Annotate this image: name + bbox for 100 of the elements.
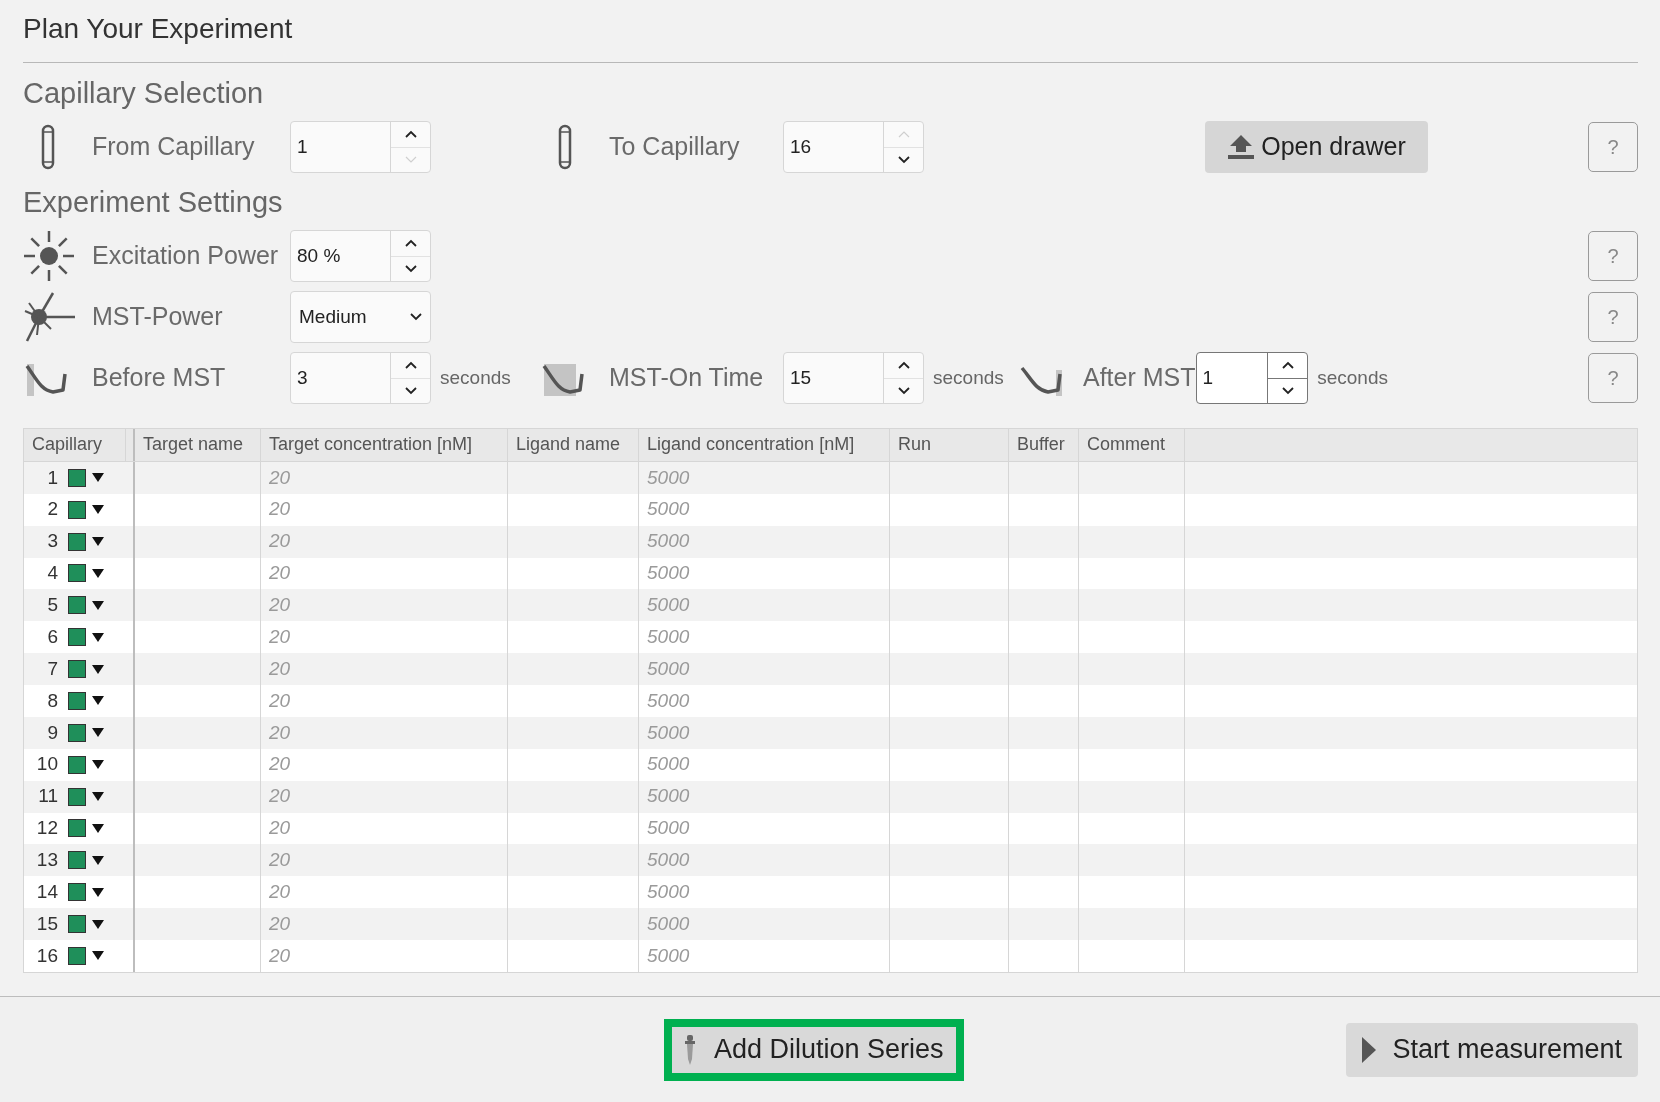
- capillary-number: 11: [37, 784, 58, 809]
- number-spinner[interactable]: 3: [290, 352, 431, 404]
- capillary-number: 3: [46, 529, 58, 554]
- table-cell-text: 5000: [647, 752, 690, 777]
- field-label: To Capillary: [609, 131, 741, 163]
- start-measurement-button[interactable]: Start measurement: [1346, 1022, 1638, 1077]
- column-header[interactable]: Target name: [135, 429, 261, 461]
- capillary-tube-icon: [41, 124, 55, 170]
- color-swatch[interactable]: [68, 660, 86, 679]
- color-swatch[interactable]: [68, 915, 86, 934]
- table-cell-text: 20: [269, 561, 291, 586]
- table-cell-text: 5000: [647, 784, 690, 809]
- table-cell-text: 20: [269, 529, 291, 554]
- table-cell-text: 20: [269, 497, 291, 522]
- capillary-number: 1: [46, 465, 58, 490]
- table-cell-text: 20: [269, 656, 291, 681]
- color-swatch[interactable]: [68, 628, 86, 647]
- color-swatch[interactable]: [68, 819, 86, 838]
- dropdown-triangle-icon[interactable]: [92, 823, 104, 833]
- column-header[interactable]: Run: [890, 429, 1009, 461]
- number-spinner[interactable]: 1: [1195, 352, 1309, 404]
- dropdown-triangle-icon[interactable]: [92, 632, 104, 642]
- dropdown-select[interactable]: Medium: [290, 291, 431, 343]
- dropdown-triangle-icon[interactable]: [92, 473, 104, 483]
- dropdown-triangle-icon[interactable]: [92, 664, 104, 674]
- table-cell-text: 5000: [647, 720, 690, 745]
- dropdown-triangle-icon[interactable]: [92, 887, 104, 897]
- table-cell-text: 20: [269, 465, 291, 490]
- table-cell-text: 5000: [647, 688, 690, 713]
- table-cell-text: 5000: [647, 816, 690, 841]
- table-cell-text: 5000: [647, 497, 690, 522]
- table-cell-text: 20: [269, 943, 291, 968]
- number-spinner[interactable]: 16: [783, 121, 924, 173]
- dropdown-triangle-icon[interactable]: [92, 600, 104, 610]
- color-swatch[interactable]: [68, 596, 86, 615]
- color-swatch[interactable]: [68, 723, 86, 742]
- capillary-number: 8: [46, 688, 58, 713]
- column-header[interactable]: Target concentration [nM]: [261, 429, 508, 461]
- dropdown-triangle-icon[interactable]: [92, 568, 104, 578]
- column-header[interactable]: Comment: [1079, 429, 1185, 461]
- number-spinner[interactable]: 15: [783, 352, 924, 404]
- color-swatch[interactable]: [68, 468, 86, 487]
- table-cell-text: 5000: [647, 529, 690, 554]
- table-cell-text: 5000: [647, 561, 690, 586]
- open-drawer-button[interactable]: Open drawer: [1205, 121, 1428, 173]
- table-cell-text: 5000: [647, 656, 690, 681]
- dropdown-triangle-icon[interactable]: [92, 951, 104, 961]
- unit-label: seconds: [1317, 365, 1388, 390]
- table-cell-text: 20: [269, 816, 291, 841]
- color-swatch[interactable]: [68, 883, 86, 902]
- sun-icon: [23, 230, 75, 282]
- capillary-number: 9: [46, 720, 58, 745]
- dropdown-triangle-icon[interactable]: [92, 792, 104, 802]
- table-cell-text: 5000: [647, 624, 690, 649]
- table-cell-text: 20: [269, 848, 291, 873]
- color-swatch[interactable]: [68, 564, 86, 583]
- dropdown-triangle-icon[interactable]: [92, 537, 104, 547]
- column-header[interactable]: Ligand name: [508, 429, 639, 461]
- spinner-value: 1: [296, 134, 309, 159]
- column-header[interactable]: Capillary: [24, 429, 126, 461]
- dropdown-triangle-icon[interactable]: [92, 728, 104, 738]
- spinner-value: 15: [789, 365, 813, 390]
- color-swatch[interactable]: [68, 755, 86, 774]
- field-label: From Capillary: [92, 131, 256, 163]
- color-swatch[interactable]: [68, 500, 86, 519]
- color-swatch[interactable]: [68, 946, 86, 965]
- number-spinner[interactable]: 80 %: [290, 230, 431, 282]
- dropdown-triangle-icon[interactable]: [92, 696, 104, 706]
- table-cell-text: 20: [269, 784, 291, 809]
- capillary-number: 15: [35, 911, 58, 936]
- spinner-value: 16: [789, 134, 813, 159]
- color-swatch[interactable]: [68, 532, 86, 551]
- dropdown-triangle-icon[interactable]: [92, 919, 104, 929]
- table-cell-text: 20: [269, 752, 291, 777]
- dropdown-triangle-icon[interactable]: [92, 855, 104, 865]
- field-label: Excitation Power: [92, 240, 280, 272]
- color-swatch[interactable]: [68, 851, 86, 870]
- spinner-value: 1: [1201, 365, 1215, 390]
- pipette-icon: [684, 1034, 696, 1065]
- capillary-tube-icon: [558, 124, 572, 170]
- field-label: MST-Power: [92, 301, 224, 333]
- laser-burst-icon: [23, 291, 75, 343]
- field-label: After MST: [1083, 362, 1196, 394]
- add-dilution-series-button[interactable]: Add Dilution Series: [672, 1026, 956, 1073]
- column-header[interactable]: Buffer: [1009, 429, 1079, 461]
- color-swatch[interactable]: [68, 787, 86, 806]
- dropdown-triangle-icon[interactable]: [92, 505, 104, 515]
- capillary-number: 14: [35, 879, 58, 904]
- table-cell-text: 20: [269, 624, 291, 649]
- capillary-number: 16: [35, 943, 58, 968]
- capillary-number: 10: [35, 752, 58, 777]
- section-heading: Experiment Settings: [23, 185, 284, 220]
- dropdown-triangle-icon[interactable]: [92, 760, 104, 770]
- column-header[interactable]: Ligand concentration [nM]: [639, 429, 890, 461]
- spinner-value: 3: [296, 365, 309, 390]
- table-cell-text: 20: [269, 593, 291, 618]
- table-cell-text: 20: [269, 879, 291, 904]
- table-cell-text: 20: [269, 911, 291, 936]
- color-swatch[interactable]: [68, 691, 86, 710]
- page-title: Plan Your Experiment: [23, 12, 294, 46]
